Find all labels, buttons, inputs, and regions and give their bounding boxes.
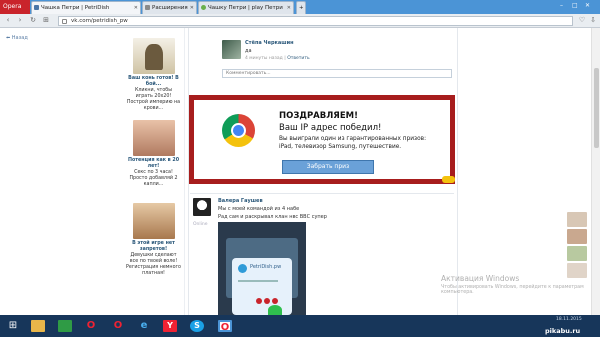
photo-card: PetriDish.pw (232, 258, 292, 315)
card-bar (238, 280, 278, 282)
new-tab-button[interactable]: + (296, 1, 306, 14)
back-link-label: Назад (11, 35, 28, 41)
ad-item[interactable]: Ваш конь готов! В бой... Кликни, чтобы и… (126, 38, 181, 112)
minimize-icon[interactable]: – (560, 2, 563, 9)
popup-heading: ПОЗДРАВЛЯЕМ! (279, 111, 358, 121)
url-text: vk.com/petridish_pw (71, 18, 128, 24)
heart-icon[interactable]: ♡ (577, 15, 587, 26)
thumbnail[interactable] (567, 263, 587, 278)
ad-item[interactable]: В этой игре нет запретов! Девушки сделаю… (126, 203, 181, 277)
speed-dial-icon[interactable]: ⊞ (41, 15, 51, 26)
smiley-icon (442, 176, 455, 183)
back-link[interactable]: ⬅ Назад (6, 35, 28, 41)
taskbar: ⊞ O O e Y S O (0, 315, 600, 337)
ad-title: В этой игре нет запретов! (132, 241, 175, 252)
comment-input[interactable]: Комментировать... (222, 69, 452, 78)
comment-meta: 4 минуты назад | Ответить (245, 56, 310, 61)
red-circle-icon (264, 298, 270, 304)
tab-petridish[interactable]: Чашка Петри | PetriDish ✕ (31, 1, 141, 14)
thumbnail[interactable] (567, 229, 587, 244)
ad-text: Кликни, чтобы играть 20x20! Построй импе… (126, 88, 181, 111)
close-icon[interactable]: ✕ (287, 2, 291, 14)
yandex-icon[interactable]: Y (163, 320, 177, 332)
maximize-icon[interactable]: □ (572, 2, 578, 9)
forward-icon[interactable]: › (15, 15, 25, 26)
activation-watermark-text: Чтобы активировать Windows, перейдите к … (441, 285, 584, 295)
ad-title: Ваш конь готов! В бой... (128, 76, 179, 87)
close-icon[interactable]: ✕ (190, 2, 194, 14)
red-circle-icon (272, 298, 278, 304)
green-button-icon (268, 305, 282, 315)
comment-time: 4 минуты назад (245, 56, 283, 61)
post-text: Мы с моей командой из 4 набе (218, 206, 300, 212)
tab-label: Расширения (152, 5, 188, 11)
post-author[interactable]: Валера Гаушев (218, 198, 263, 204)
claim-prize-button[interactable]: Забрать приз (282, 160, 374, 174)
ad-image-knight (132, 38, 175, 74)
store-icon[interactable] (58, 320, 72, 332)
thumbnail[interactable] (567, 246, 587, 261)
ad-text: Секс по 3 часа! Просто добавляй 2 капли.… (129, 170, 178, 187)
popup-body: ПОЗДРАВЛЯЕМ! Ваш IP адрес победил! Вы вы… (194, 100, 450, 179)
opera-menu-button[interactable]: Opera (0, 0, 30, 14)
download-icon[interactable]: ⇩ (588, 15, 598, 26)
windows-start-icon[interactable]: ⊞ (6, 320, 20, 332)
online-status: Online (193, 222, 208, 227)
activation-watermark-title: Активация Windows (441, 274, 520, 283)
skype-icon[interactable]: S (190, 320, 204, 332)
post-text: Рад сам и раскрывал клан нвс ВВС супер (218, 214, 327, 220)
opera-icon[interactable]: O (111, 320, 125, 332)
puzzle-icon (145, 5, 150, 10)
card-title: PetriDish.pw (250, 264, 282, 270)
tab-play-petri[interactable]: Чашку Петри | play Петри ✕ (198, 1, 294, 14)
ad-title: Потенция как в 20 лет! (127, 158, 180, 169)
avatar[interactable] (222, 40, 241, 59)
reply-link[interactable]: Ответить (287, 56, 309, 61)
tab-label: Чашка Петри | PetriDish (41, 5, 110, 11)
popup-text: iPad, телевизор Samsung, путешествие. (279, 144, 402, 150)
popup-text: Вы выиграли один из гарантированных приз… (279, 136, 427, 142)
chrome-icon (222, 114, 255, 147)
opera-icon[interactable]: O (84, 320, 98, 332)
browser-tab-bar: Opera Чашка Петри | PetriDish ✕ Расширени… (0, 0, 600, 14)
pikabu-watermark: pikabu.ru (545, 327, 581, 335)
prize-popup: ПОЗДРАВЛЯЕМ! Ваш IP адрес победил! Вы вы… (189, 95, 455, 184)
thumbnail[interactable] (567, 212, 587, 227)
ad-image-girl (132, 203, 175, 239)
ad-text: Девушки сделают все по твоей воле! Регис… (126, 253, 181, 276)
close-window-icon[interactable]: ✕ (585, 2, 590, 9)
tab-extensions[interactable]: Расширения ✕ (142, 1, 197, 14)
clock-date: 18.11.2015 (556, 317, 582, 322)
close-icon[interactable]: ✕ (134, 2, 138, 14)
avatar[interactable] (193, 198, 211, 216)
url-input[interactable]: vk.com/petridish_pw (58, 16, 573, 26)
folder-icon[interactable] (31, 320, 45, 332)
friends-thumbnails (567, 212, 589, 280)
address-bar: ‹ › ↻ ⊞ vk.com/petridish_pw ♡ ⇩ (0, 14, 600, 28)
tab-label: Чашку Петри | play Петри (208, 5, 283, 11)
internet-explorer-icon[interactable]: e (137, 320, 151, 332)
vk-icon (34, 5, 39, 10)
scrollbar-thumb[interactable] (594, 68, 599, 148)
reload-icon[interactable]: ↻ (28, 15, 38, 26)
scrollbar[interactable] (591, 28, 600, 315)
page-icon (62, 19, 67, 24)
opera-active-icon[interactable]: O (218, 320, 232, 333)
ads-column: Ваш конь готов! В бой... Кликни, чтобы и… (122, 28, 185, 315)
back-icon[interactable]: ‹ (3, 15, 13, 26)
divider (190, 193, 454, 194)
ad-image-photo (132, 120, 175, 156)
comment-text: да (245, 48, 252, 54)
popup-subheading: Ваш IP адрес победил! (279, 123, 382, 133)
comment-author[interactable]: Стёпа Черкашин (245, 40, 294, 46)
petridish-logo-icon (238, 264, 247, 273)
ad-item[interactable]: Потенция как в 20 лет! Секс по 3 часа! П… (126, 120, 181, 188)
play-icon (201, 5, 206, 10)
red-circle-icon (256, 298, 262, 304)
